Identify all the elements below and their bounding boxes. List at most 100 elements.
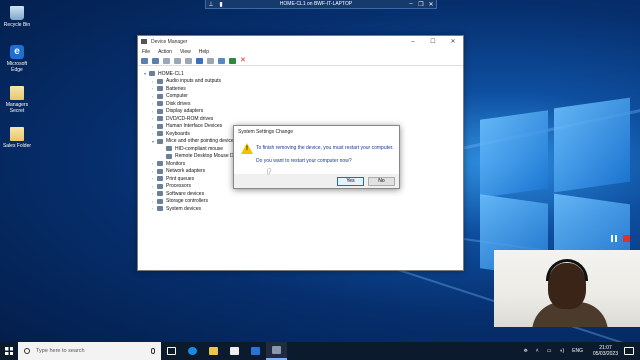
system-tray: ⛯ ˄ ▭ ◖) ENG 21:07 05/03/2023 [520,345,640,357]
people-icon[interactable]: ⛯ [524,348,528,354]
device-category-icon [157,78,163,84]
maximize-button[interactable]: ☐ [423,38,443,45]
device-category-icon [157,168,163,174]
device-category-icon [157,93,163,99]
clock[interactable]: 21:07 05/03/2023 [593,345,618,357]
mail-button[interactable] [245,342,266,360]
tree-root-label: HOME-CL1 [158,70,184,77]
no-button[interactable]: No [368,177,395,186]
windows-icon [5,347,13,355]
pause-icon[interactable] [611,235,617,242]
task-view-button[interactable] [161,342,182,360]
dialog-title[interactable]: System Settings Change [234,126,399,137]
edge-icon: e [10,45,24,59]
recording-controls [611,235,630,242]
scan-hardware-icon[interactable] [218,57,225,64]
chevron-up-icon[interactable]: ˄ [536,348,539,354]
network-icon[interactable]: ▭ [547,348,552,354]
tree-category[interactable]: › DVD/CD-ROM drives [144,115,463,123]
headset [546,259,588,281]
yes-button[interactable]: Yes [337,177,364,186]
tree-device-label: HID-compliant mouse [175,145,224,152]
rdp-title: HOME-CL1 on BWF-IT-LAPTOP [279,1,353,7]
file-explorer-button[interactable] [203,342,224,360]
store-button[interactable] [224,342,245,360]
notification-icon[interactable] [624,347,634,355]
edge-taskbar-button[interactable] [182,342,203,360]
desktop-icon-sales-folder[interactable]: Sales Folder [2,127,32,149]
tree-category[interactable]: › Computer [144,93,463,101]
window-titlebar[interactable]: Device Manager – ☐ ✕ [138,36,463,47]
store-icon [230,347,239,355]
tree-category[interactable]: › System devices [144,205,463,213]
language-indicator[interactable]: ENG [572,348,583,354]
tree-category-label: System devices [166,205,202,212]
search-icon [24,348,30,354]
pin-icon[interactable]: ⊥ [206,1,216,8]
microphone-icon[interactable] [151,348,155,354]
close-button[interactable]: ✕ [443,38,463,45]
device-category-icon [157,191,163,197]
desktop-icon-managers-secret[interactable]: Managers Secret [2,86,32,114]
properties-icon[interactable] [174,57,181,64]
tree-root[interactable]: ▾ HOME-CL1 [144,70,463,78]
menu-bar: File Action View Help [138,47,463,56]
tree-category-label: Software devices [166,190,205,197]
clock-date: 05/03/2023 [592,351,618,357]
view-resources-icon[interactable] [196,57,203,64]
tree-category-label: Network adapters [166,168,206,175]
tree-category[interactable]: › Software devices [144,190,463,198]
uninstall-device-icon[interactable]: ✕ [240,57,247,64]
device-manager-icon [272,346,281,354]
device-category-icon [157,138,163,144]
task-view-icon [167,347,176,355]
tree-category-label: Print queues [166,175,195,182]
tree-category[interactable]: › Disk drives [144,100,463,108]
tree-category[interactable]: › Storage controllers [144,198,463,206]
tree-category-label: Disk drives [166,100,191,107]
menu-view[interactable]: View [180,49,191,55]
computer-icon [149,71,155,77]
search-placeholder: Type here to search [36,348,85,354]
desktop-icon-edge[interactable]: e Microsoft Edge [2,45,32,73]
system-settings-change-dialog: System Settings Change ! To finish remov… [233,125,400,189]
volume-icon[interactable]: ◖) [559,348,564,354]
start-button[interactable] [0,342,18,360]
help-icon[interactable] [185,57,192,64]
search-box[interactable]: Type here to search [18,342,161,360]
device-category-icon [157,116,163,122]
tree-category[interactable]: › Display adapters [144,108,463,116]
tree-category-label: Display adapters [166,108,204,115]
mail-icon [251,347,260,355]
update-driver-icon[interactable] [207,57,214,64]
warning-icon: ! [241,143,253,154]
restore-icon[interactable]: ❐ [416,1,426,8]
show-hide-tree-icon[interactable] [163,57,170,64]
device-category-icon [157,131,163,137]
minimize-button[interactable]: – [403,39,423,45]
tree-category[interactable]: › Audio inputs and outputs [144,78,463,86]
device-manager-taskbar-button[interactable] [266,342,287,360]
dialog-question: Do you want to restart your computer now… [256,158,352,164]
tree-category-label: Processors [166,183,192,190]
back-icon[interactable] [141,57,148,64]
device-category-icon [157,123,163,129]
stop-icon[interactable] [623,235,630,242]
desktop-icon-recycle-bin[interactable]: Recycle Bin [2,6,32,28]
enable-device-icon[interactable] [229,57,236,64]
toolbar: ✕ [138,56,463,66]
minimize-icon[interactable]: – [406,1,416,7]
menu-help[interactable]: Help [199,49,209,55]
recycle-bin-icon [10,6,24,20]
forward-icon[interactable] [152,57,159,64]
tree-category-label: DVD/CD-ROM drives [166,115,214,122]
file-icon [10,127,24,141]
close-icon[interactable]: ✕ [426,1,436,8]
tree-category-label: Computer [166,93,188,100]
tree-category[interactable]: › Batteries [144,85,463,93]
menu-action[interactable]: Action [158,49,172,55]
mouse-device-icon [166,146,172,152]
menu-file[interactable]: File [142,49,150,55]
tree-category-label: Mice and other pointing devices [166,138,237,145]
desktop-icon-label: Managers Secret [5,102,29,114]
